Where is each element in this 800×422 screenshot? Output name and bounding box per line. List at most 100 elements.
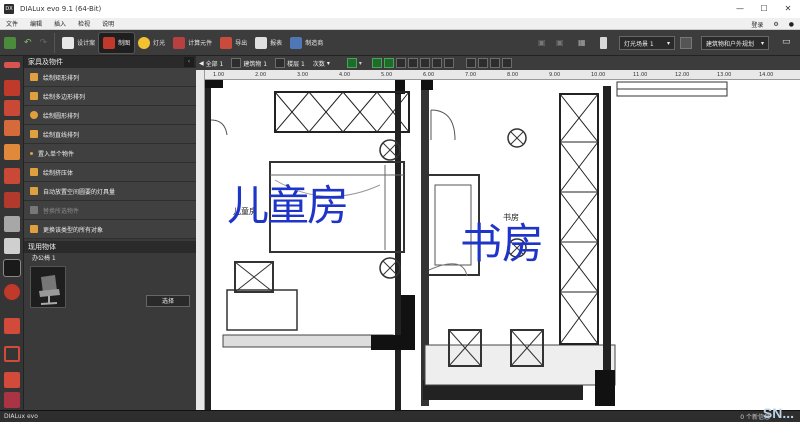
tool-cube-icon[interactable] [4,216,20,232]
tool-section-icon[interactable] [4,318,20,334]
panel-item-circle-array[interactable]: 绘制圆形排列 [24,106,196,125]
tool-material-icon[interactable] [4,284,20,300]
panel-item-label: 替换所选物件 [43,207,80,215]
view-toolbar: ◀ 全部 1 建筑物 1 楼层 1 次数 ▾ ▾ [196,56,800,70]
view-mode5-icon[interactable] [419,58,430,68]
redo-icon: ↷ [39,37,48,48]
view-all-chip[interactable]: ◀ 全部 1 [196,58,226,69]
ribbon-manufacturer[interactable]: 制造商 [286,33,327,53]
user-icon[interactable]: ● [789,21,794,28]
light-scene-select[interactable]: 灯光场景 1 ▾ [619,36,675,50]
calc-icon [173,36,186,49]
tool-rect-icon[interactable] [4,346,20,362]
chair-thumbnail[interactable] [30,266,66,308]
tool-room-icon[interactable] [4,120,20,136]
panel-item-auto-lights[interactable]: 自动放置空间圆要的灯具量 [24,182,196,201]
zoom-window-icon[interactable] [477,58,488,68]
tool-misc-icon[interactable] [4,392,20,408]
monitor-icon[interactable]: ▭ [782,37,791,47]
floor-plan-canvas[interactable]: 儿童房 书房 儿童房 书房 [205,80,800,410]
ruler-tick: 1.00 [213,72,225,78]
view-mode1-icon[interactable] [371,58,382,68]
tool-window-icon[interactable] [4,168,20,184]
login-link[interactable]: 登录 [751,20,763,29]
view-mode6-icon[interactable] [431,58,442,68]
close-icon[interactable]: ✕ [776,0,800,18]
ribbon-separator [54,32,56,53]
ruler-tick: 13.00 [717,72,732,78]
view-mode4-icon[interactable] [407,58,418,68]
plan-wall [205,80,211,410]
menu-view[interactable]: 检视 [72,19,96,28]
panel-item-extrusion[interactable]: 绘制挤压体 [24,163,196,182]
panel-item-label: 绘制直线排列 [43,131,80,139]
window-controls: — ☐ ✕ [728,0,800,18]
select-button[interactable]: 选择 [146,295,190,307]
panel-item-label: 绘制矩形排列 [43,74,80,82]
view-mode7-icon[interactable] [443,58,454,68]
panel-item-place-single[interactable]: 置入单个物件 [24,144,196,163]
zoom-fit-icon[interactable] [465,58,476,68]
panel-item-polygon-array[interactable]: 绘制多边形排列 [24,87,196,106]
chevron-down-icon[interactable]: ▾ [359,60,362,67]
view-mode2-icon[interactable] [383,58,394,68]
view-all-label: 全部 1 [205,60,224,68]
scene-settings-icon[interactable] [680,37,692,49]
panel-item-label: 更换该类型的所有对象 [43,226,104,234]
plan-wall [421,80,433,90]
plan-view-icon[interactable] [346,58,357,68]
tool-door-icon[interactable] [4,144,20,160]
traffic-light-icon[interactable] [600,37,607,49]
menu-edit[interactable]: 编辑 [24,19,48,28]
planning-select[interactable]: 建筑物和户外规划 ▾ [701,36,769,50]
tool-furniture-icon[interactable] [3,259,21,277]
panel-item-rect-array[interactable]: 绘制矩形排列 [24,68,196,87]
tool-cube-outline-icon[interactable] [4,238,20,254]
replace-icon [30,206,38,214]
tool-floor-icon[interactable] [4,100,20,116]
maximize-icon[interactable]: ☐ [752,0,776,18]
view-mode3-icon[interactable] [395,58,406,68]
menu-file[interactable]: 文件 [0,19,24,28]
view-level-chip[interactable]: 次数 ▾ [310,58,333,69]
redo-button[interactable]: ↷ [36,33,52,53]
ribbon-draw[interactable]: 制图 [98,31,136,54]
pan-icon[interactable] [501,58,512,68]
view-floor-chip[interactable]: 楼层 1 [272,58,308,69]
auto-light-icon [30,187,38,195]
tool-ceiling-icon[interactable] [4,192,20,208]
menu-help[interactable]: 说明 [96,19,120,28]
extrusion-icon [30,168,38,176]
minimize-icon[interactable]: — [728,0,752,18]
menu-insert[interactable]: 插入 [48,19,72,28]
ribbon-export[interactable]: 导出 [216,33,251,53]
building-icon [231,58,242,68]
view-building-chip[interactable]: 建筑物 1 [228,58,270,69]
panel-title: 家具及物件 ‹ [24,56,196,68]
calc-grid-icon[interactable]: ▦ [578,38,586,47]
furniture-panel: 家具及物件 ‹ 绘制矩形排列 绘制多边形排列 绘制圆形排列 绘制直线排列 置入单… [24,56,196,410]
plan-window-sill [222,334,394,348]
ribbon-design[interactable]: 设计案 [58,33,99,53]
collapse-panel-icon[interactable]: ‹ [184,57,194,67]
panel-item-label: 自动放置空间圆要的灯具量 [43,188,116,196]
design-icon [62,36,75,49]
save-button[interactable] [0,33,20,53]
tool-building-icon[interactable] [4,80,20,96]
ribbon-light[interactable]: 灯光 [134,33,169,53]
redlock-icon[interactable]: ▣ [556,38,564,47]
tool-arrange-icon[interactable] [4,372,20,388]
panel-item-replace-all[interactable]: 更换该类型的所有对象 [24,220,196,239]
ruler-tick: 2.00 [255,72,267,78]
tool-site-icon[interactable] [4,62,20,68]
ribbon-report[interactable]: 报表 [251,33,286,53]
ribbon-calc-label: 计算元件 [188,40,213,47]
plan-wall [595,370,615,406]
ribbon-calc[interactable]: 计算元件 [169,33,216,53]
lock-icon[interactable]: ▣ [538,38,546,47]
undo-button[interactable]: ↶ [20,33,36,53]
rect-array-icon [30,73,38,81]
zoom-icon[interactable] [489,58,500,68]
settings-gear-icon[interactable]: ⚙ [773,21,778,28]
panel-item-line-array[interactable]: 绘制直线排列 [24,125,196,144]
